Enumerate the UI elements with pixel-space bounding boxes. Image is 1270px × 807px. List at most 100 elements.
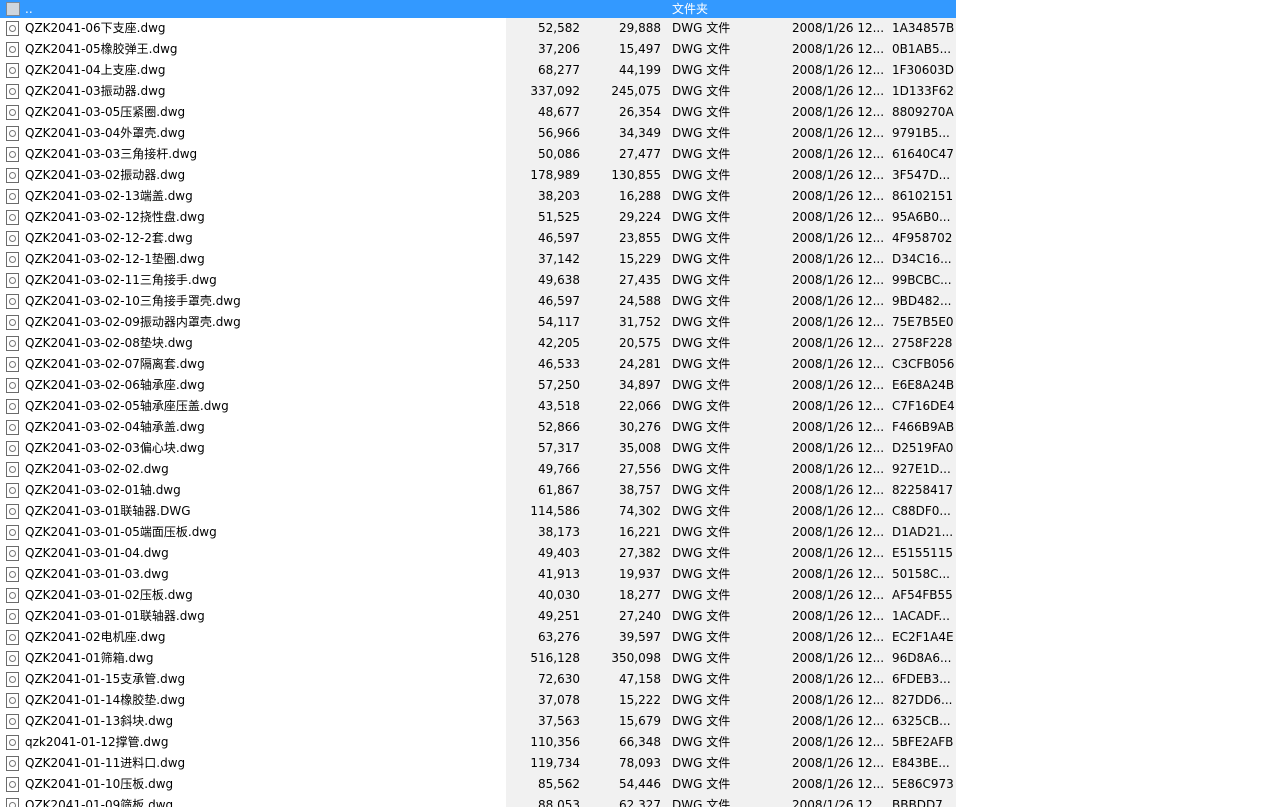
file-packed-size: 27,435 (619, 273, 661, 287)
file-row[interactable]: QZK2041-01筛箱.dwg 516,128 350,098 DWG 文件 2008… (0, 648, 956, 669)
file-row[interactable]: QZK2041-03-02-07隔离套.dwg 46,533 24,281 DWG 文… (0, 354, 956, 375)
file-size: 337,092 (530, 84, 580, 98)
file-type: DWG 文件 (672, 168, 731, 182)
file-row[interactable]: QZK2041-03-01-04.dwg 49,403 27,382 DWG 文件 20… (0, 543, 956, 564)
dwg-file-icon (6, 270, 22, 292)
file-size: 72,630 (538, 672, 580, 686)
file-size: 38,203 (538, 189, 580, 203)
file-row[interactable]: QZK2041-01-11进料口.dwg 119,734 78,093 DWG 文件 2… (0, 753, 956, 774)
file-row[interactable]: QZK2041-03振动器.dwg 337,092 245,075 DWG 文件 200… (0, 81, 956, 102)
file-crc: 75E7B5E0 (892, 315, 954, 329)
file-row[interactable]: QZK2041-03-02-02.dwg 49,766 27,556 DWG 文件 20… (0, 459, 956, 480)
file-size: 88,053 (538, 798, 580, 807)
parent-folder-row[interactable]: .. 文件夹 (0, 0, 956, 18)
file-row[interactable]: QZK2041-03-02-01轴.dwg 61,867 38,757 DWG 文件 2… (0, 480, 956, 501)
file-row[interactable]: QZK2041-01-14橡胶垫.dwg 37,078 15,222 DWG 文件 20… (0, 690, 956, 711)
file-packed-size: 15,497 (619, 42, 661, 56)
file-packed-size: 20,575 (619, 336, 661, 350)
file-crc: 6325CB... (892, 714, 951, 728)
file-size: 114,586 (530, 504, 580, 518)
file-row[interactable]: QZK2041-03-02振动器.dwg 178,989 130,855 DWG 文件… (0, 165, 956, 186)
dwg-file-icon (6, 81, 22, 103)
file-packed-size: 22,066 (619, 399, 661, 413)
file-size: 57,250 (538, 378, 580, 392)
file-size: 37,142 (538, 252, 580, 266)
file-name: QZK2041-03-02-05轴承座压盖.dwg (25, 399, 229, 413)
file-crc: D34C16... (892, 252, 952, 266)
file-type: DWG 文件 (672, 189, 731, 203)
file-modified: 2008/1/26 12... (792, 168, 885, 182)
file-packed-size: 130,855 (611, 168, 661, 182)
file-size: 38,173 (538, 525, 580, 539)
file-row[interactable]: QZK2041-03-02-04轴承盖.dwg 52,866 30,276 DWG 文… (0, 417, 956, 438)
file-size: 49,766 (538, 462, 580, 476)
folder-up-icon (6, 0, 22, 19)
file-row[interactable]: QZK2041-03-01-02压板.dwg 40,030 18,277 DWG 文件… (0, 585, 956, 606)
file-modified: 2008/1/26 12... (792, 378, 885, 392)
file-name: QZK2041-03-01-02压板.dwg (25, 588, 193, 602)
file-row[interactable]: QZK2041-03-02-12-1垫圈.dwg 37,142 15,229 DWG … (0, 249, 956, 270)
file-name: QZK2041-03-01-05端面压板.dwg (25, 525, 217, 539)
file-modified: 2008/1/26 12... (792, 567, 885, 581)
file-row[interactable]: QZK2041-01-15支承管.dwg 72,630 47,158 DWG 文件 20… (0, 669, 956, 690)
file-crc: 9791B5... (892, 126, 950, 140)
file-row[interactable]: QZK2041-04上支座.dwg 68,277 44,199 DWG 文件 2008/… (0, 60, 956, 81)
file-modified: 2008/1/26 12... (792, 252, 885, 266)
file-type: DWG 文件 (672, 588, 731, 602)
file-name: QZK2041-01-13斜块.dwg (25, 714, 174, 728)
file-name: QZK2041-01-10压板.dwg (25, 777, 174, 791)
file-row[interactable]: qzk2041-01-12撑管.dwg 110,356 66,348 DWG 文件 20… (0, 732, 956, 753)
dwg-file-icon (6, 123, 22, 145)
file-row[interactable]: QZK2041-03-02-11三角接手.dwg 49,638 27,435 DWG … (0, 270, 956, 291)
file-type: DWG 文件 (672, 126, 731, 140)
file-packed-size: 27,556 (619, 462, 661, 476)
file-row[interactable]: QZK2041-01-13斜块.dwg 37,563 15,679 DWG 文件 200… (0, 711, 956, 732)
file-row[interactable]: QZK2041-03-02-08垫块.dwg 42,205 20,575 DWG 文件… (0, 333, 956, 354)
archive-file-list[interactable]: .. 文件夹 QZK2041-06下支座.dwg 52,582 29,888 DWG … (0, 0, 956, 807)
file-row[interactable]: QZK2041-06下支座.dwg 52,582 29,888 DWG 文件 2008/… (0, 18, 956, 39)
file-row[interactable]: QZK2041-03-02-12挠性盘.dwg 51,525 29,224 DWG 文… (0, 207, 956, 228)
file-size: 50,086 (538, 147, 580, 161)
file-row[interactable]: QZK2041-03-02-05轴承座压盖.dwg 43,518 22,066 DWG… (0, 396, 956, 417)
file-row[interactable]: QZK2041-03-01-05端面压板.dwg 38,173 16,221 DWG … (0, 522, 956, 543)
dwg-file-icon (6, 501, 22, 523)
file-row[interactable]: QZK2041-03-02-10三角接手罩壳.dwg 46,597 24,588 DW… (0, 291, 956, 312)
file-row[interactable]: QZK2041-03-03三角接杆.dwg 50,086 27,477 DWG 文件 2… (0, 144, 956, 165)
file-row[interactable]: QZK2041-03-02-09振动器内罩壳.dwg 54,117 31,752 DW… (0, 312, 956, 333)
file-row[interactable]: QZK2041-03-01-03.dwg 41,913 19,937 DWG 文件 20… (0, 564, 956, 585)
file-row[interactable]: QZK2041-01-09筛板.dwg 88,053 62,327 DWG 文件 200… (0, 795, 956, 807)
file-crc: 5BFE2AFB (892, 735, 954, 749)
file-row[interactable]: QZK2041-03-01-01联轴器.dwg 49,251 27,240 DWG 文… (0, 606, 956, 627)
file-name: QZK2041-04上支座.dwg (25, 63, 166, 77)
file-size: 516,128 (530, 651, 580, 665)
file-crc: 2758F228 (892, 336, 953, 350)
file-row[interactable]: QZK2041-03-02-06轴承座.dwg 57,250 34,897 DWG 文… (0, 375, 956, 396)
file-row[interactable]: QZK2041-05橡胶弹王.dwg 37,206 15,497 DWG 文件 2008… (0, 39, 956, 60)
file-type: DWG 文件 (672, 777, 731, 791)
file-crc: 6FDEB3... (892, 672, 951, 686)
file-row[interactable]: QZK2041-03-02-12-2套.dwg 46,597 23,855 DWG 文… (0, 228, 956, 249)
dwg-file-icon (6, 711, 22, 733)
file-row[interactable]: QZK2041-03-04外罩壳.dwg 56,966 34,349 DWG 文件 20… (0, 123, 956, 144)
file-modified: 2008/1/26 12... (792, 84, 885, 98)
file-size: 46,533 (538, 357, 580, 371)
file-modified: 2008/1/26 12... (792, 126, 885, 140)
file-type: DWG 文件 (672, 525, 731, 539)
file-packed-size: 31,752 (619, 315, 661, 329)
file-row[interactable]: QZK2041-03-02-03偏心块.dwg 57,317 35,008 DWG 文… (0, 438, 956, 459)
file-size: 46,597 (538, 294, 580, 308)
file-row[interactable]: QZK2041-03-01联轴器.DWG 114,586 74,302 DWG 文件 2… (0, 501, 956, 522)
file-row[interactable]: QZK2041-01-10压板.dwg 85,562 54,446 DWG 文件 200… (0, 774, 956, 795)
file-size: 49,403 (538, 546, 580, 560)
file-type: DWG 文件 (672, 693, 731, 707)
dwg-file-icon (6, 207, 22, 229)
file-row[interactable]: QZK2041-02电机座.dwg 63,276 39,597 DWG 文件 2008/… (0, 627, 956, 648)
dwg-file-icon (6, 144, 22, 166)
file-row[interactable]: QZK2041-03-05压紧圈.dwg 48,677 26,354 DWG 文件 20… (0, 102, 956, 123)
file-crc: 1ACADF... (892, 609, 950, 623)
file-type: DWG 文件 (672, 105, 731, 119)
file-size: 49,251 (538, 609, 580, 623)
file-row[interactable]: QZK2041-03-02-13端盖.dwg 38,203 16,288 DWG 文件… (0, 186, 956, 207)
file-size: 85,562 (538, 777, 580, 791)
dwg-file-icon (6, 102, 22, 124)
